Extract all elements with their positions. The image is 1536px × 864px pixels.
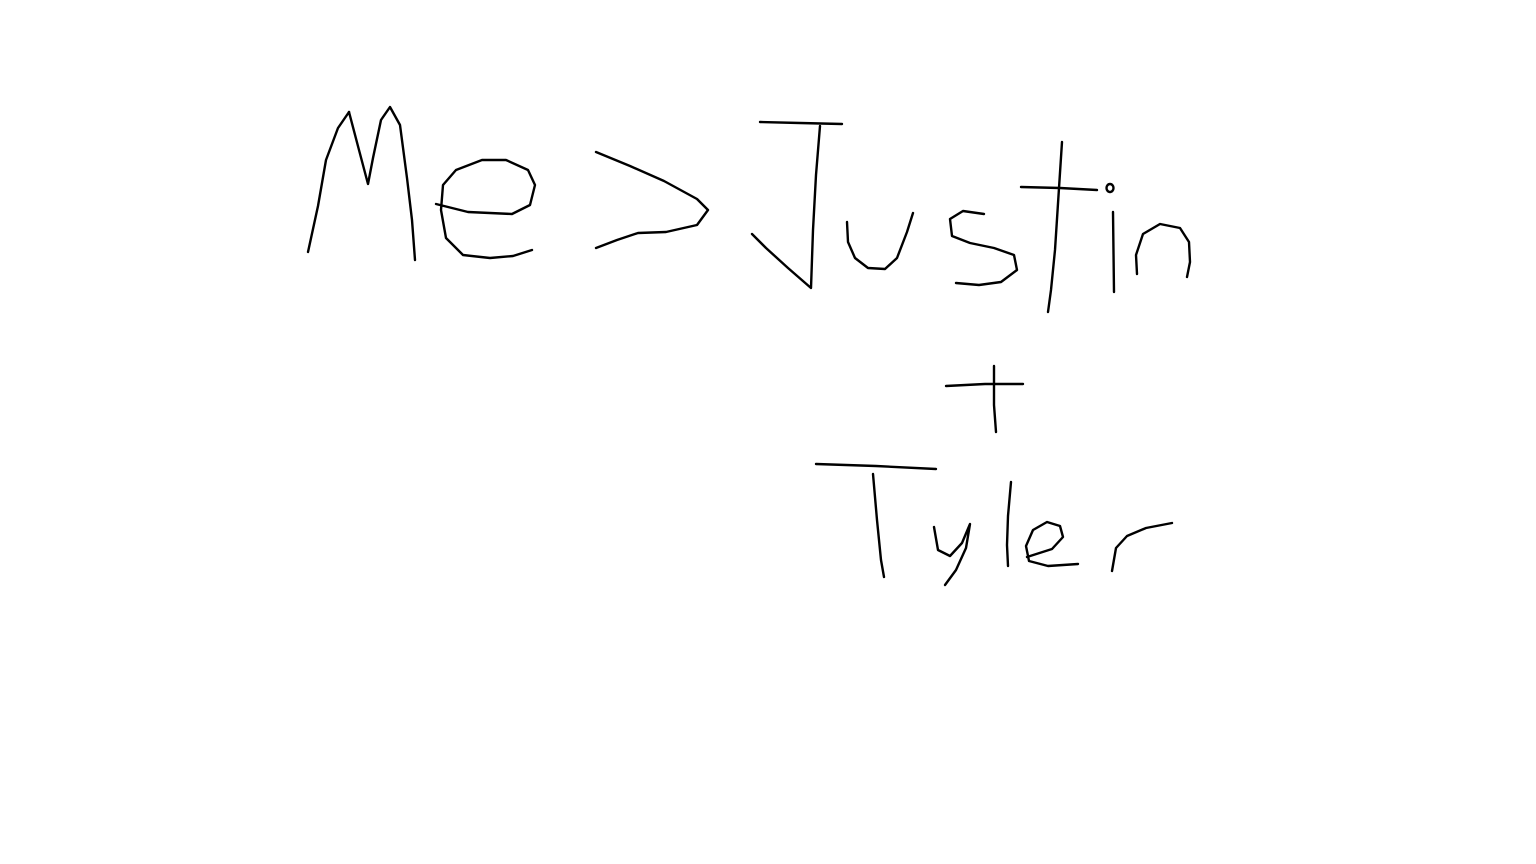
handwritten-word-tyler (814, 462, 1174, 587)
handwriting-drawing (306, 105, 1192, 587)
handwritten-word-justin (750, 120, 1192, 314)
handwritten-word-me (306, 105, 537, 262)
handwritten-plus-sign (944, 364, 1025, 434)
drawing-canvas: Me > Justin + Tyler (0, 0, 1536, 864)
handwritten-greater-than-sign (594, 150, 710, 250)
